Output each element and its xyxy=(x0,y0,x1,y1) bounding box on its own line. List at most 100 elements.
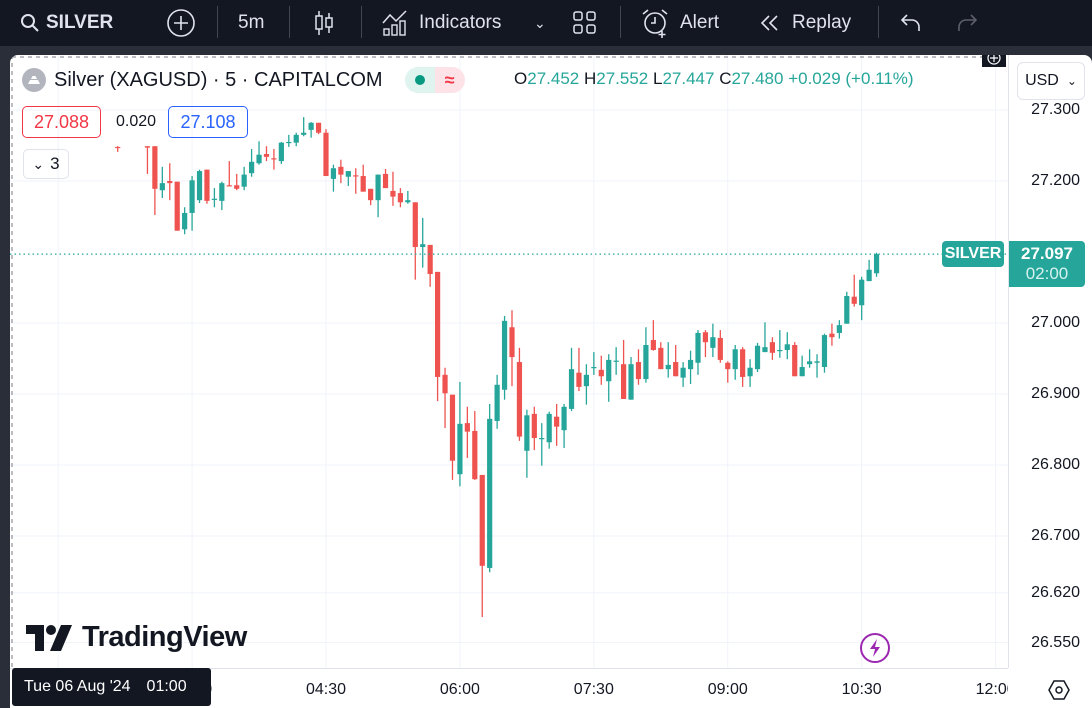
candle-down xyxy=(851,274,857,307)
candle-body xyxy=(435,271,441,377)
candle-body xyxy=(591,367,597,369)
candle-up xyxy=(457,381,463,487)
candle-body xyxy=(650,340,656,350)
candle-body xyxy=(360,176,366,192)
market-status-pill[interactable]: ≈ xyxy=(404,67,465,93)
candle-body xyxy=(234,185,240,189)
candle-body xyxy=(315,122,322,133)
replay-icon xyxy=(760,15,778,31)
candle-body xyxy=(115,146,121,149)
currency-label: USD xyxy=(1025,72,1059,89)
candle-up xyxy=(821,333,828,373)
candle-down xyxy=(769,337,775,360)
candle-up xyxy=(568,347,575,412)
sell-price-button[interactable]: 27.088 xyxy=(22,106,101,138)
symbol-price-label: SILVER xyxy=(942,241,1004,268)
delay-wave-icon: ≈ xyxy=(444,69,455,90)
candle-body xyxy=(710,337,716,348)
candle-body xyxy=(561,406,567,431)
candle-body xyxy=(583,374,589,387)
candle-up xyxy=(546,411,552,449)
crosshair-add-button[interactable] xyxy=(982,55,1006,67)
divider xyxy=(878,6,879,38)
candle-body xyxy=(330,168,337,179)
candle-up xyxy=(524,409,530,478)
layout-button[interactable] xyxy=(572,0,598,46)
undo-button[interactable] xyxy=(899,0,923,46)
candle-up xyxy=(665,342,671,378)
candle-body xyxy=(338,166,344,175)
candle-up xyxy=(308,122,314,138)
candle-down xyxy=(702,330,709,358)
candle-down xyxy=(368,188,374,206)
candle-body xyxy=(747,367,753,377)
candle-body xyxy=(353,175,359,177)
candle-down xyxy=(204,169,210,204)
candle-body xyxy=(472,430,478,480)
interval-button[interactable]: 5m xyxy=(238,0,264,46)
divider xyxy=(620,6,621,38)
symbol-search-button[interactable]: SILVER xyxy=(20,0,113,46)
tooltip-time: 01:00 xyxy=(146,678,187,695)
candle-up xyxy=(784,332,790,360)
indicators-dropdown-button[interactable]: ⌄ xyxy=(534,0,546,46)
candle-down xyxy=(115,146,121,152)
candle-down xyxy=(234,173,240,191)
candle-body xyxy=(375,174,381,201)
alert-button[interactable]: Alert xyxy=(640,0,719,46)
time-tick-label: 09:00 xyxy=(707,681,748,698)
lightning-button[interactable] xyxy=(860,633,890,663)
chart-type-button[interactable] xyxy=(312,0,336,46)
candle-up xyxy=(211,188,217,208)
chart-settings-button[interactable] xyxy=(1048,679,1070,706)
indicators-button[interactable]: Indicators xyxy=(381,0,501,46)
candle-up xyxy=(182,207,188,235)
candle-body xyxy=(873,254,880,274)
buy-price-button[interactable]: 27.108 xyxy=(168,106,248,138)
candle-body xyxy=(427,244,433,275)
candle-up xyxy=(420,217,426,268)
time-tick-label: 10:30 xyxy=(841,681,882,698)
candle-up xyxy=(687,350,694,385)
symbol-title[interactable]: Silver (XAGUSD) · 5 · CAPITALCOM xyxy=(54,69,383,92)
alarm-clock-icon xyxy=(642,9,668,38)
collapse-indicators-button[interactable]: ⌄ 3 xyxy=(23,149,69,179)
candle-body xyxy=(256,154,262,164)
compare-symbol-button[interactable] xyxy=(166,0,196,46)
candle-down xyxy=(427,244,433,287)
indicator-count: 3 xyxy=(50,154,60,173)
candle-body xyxy=(829,333,835,338)
high-value: 27.552 xyxy=(596,69,649,88)
candle-body xyxy=(382,173,389,189)
tradingview-logo[interactable]: TradingView xyxy=(26,621,247,654)
candle-body xyxy=(301,132,307,135)
candle-body xyxy=(167,181,173,184)
candle-down xyxy=(472,411,478,480)
candle-body xyxy=(576,372,582,387)
chevron-down-icon: ⌄ xyxy=(32,155,45,172)
candle-body xyxy=(814,361,820,363)
interval-label: 5m xyxy=(238,12,265,33)
candle-up xyxy=(754,342,761,372)
price-chart[interactable] xyxy=(10,55,1008,668)
candle-body xyxy=(568,369,575,409)
candle-body xyxy=(487,418,493,568)
candle-body xyxy=(182,212,188,230)
candle-down xyxy=(829,323,835,346)
currency-button[interactable]: USD ⌄ xyxy=(1017,62,1085,100)
candle-body xyxy=(286,141,292,144)
time-tick-label: 06:00 xyxy=(439,681,480,698)
top-toolbar: SILVER 5m Indicators ⌄ Alert Replay xyxy=(0,0,1092,46)
candle-body xyxy=(725,362,731,370)
price-axis[interactable]: USD ⌄ 27.300 27.200 27.000 26.900 26.800 26.70… xyxy=(1008,55,1092,668)
crosshair-time-tooltip: Tue 06 Aug '24 01:00 xyxy=(12,668,211,706)
logo-text: TradingView xyxy=(82,621,247,653)
candle-up xyxy=(799,355,805,377)
candle-body xyxy=(420,244,426,248)
candle-body xyxy=(762,347,768,353)
candle-up xyxy=(241,166,247,191)
candle-body xyxy=(226,185,232,187)
candle-body xyxy=(680,367,686,378)
replay-button[interactable]: Replay xyxy=(758,0,851,46)
redo-button[interactable] xyxy=(955,0,979,46)
